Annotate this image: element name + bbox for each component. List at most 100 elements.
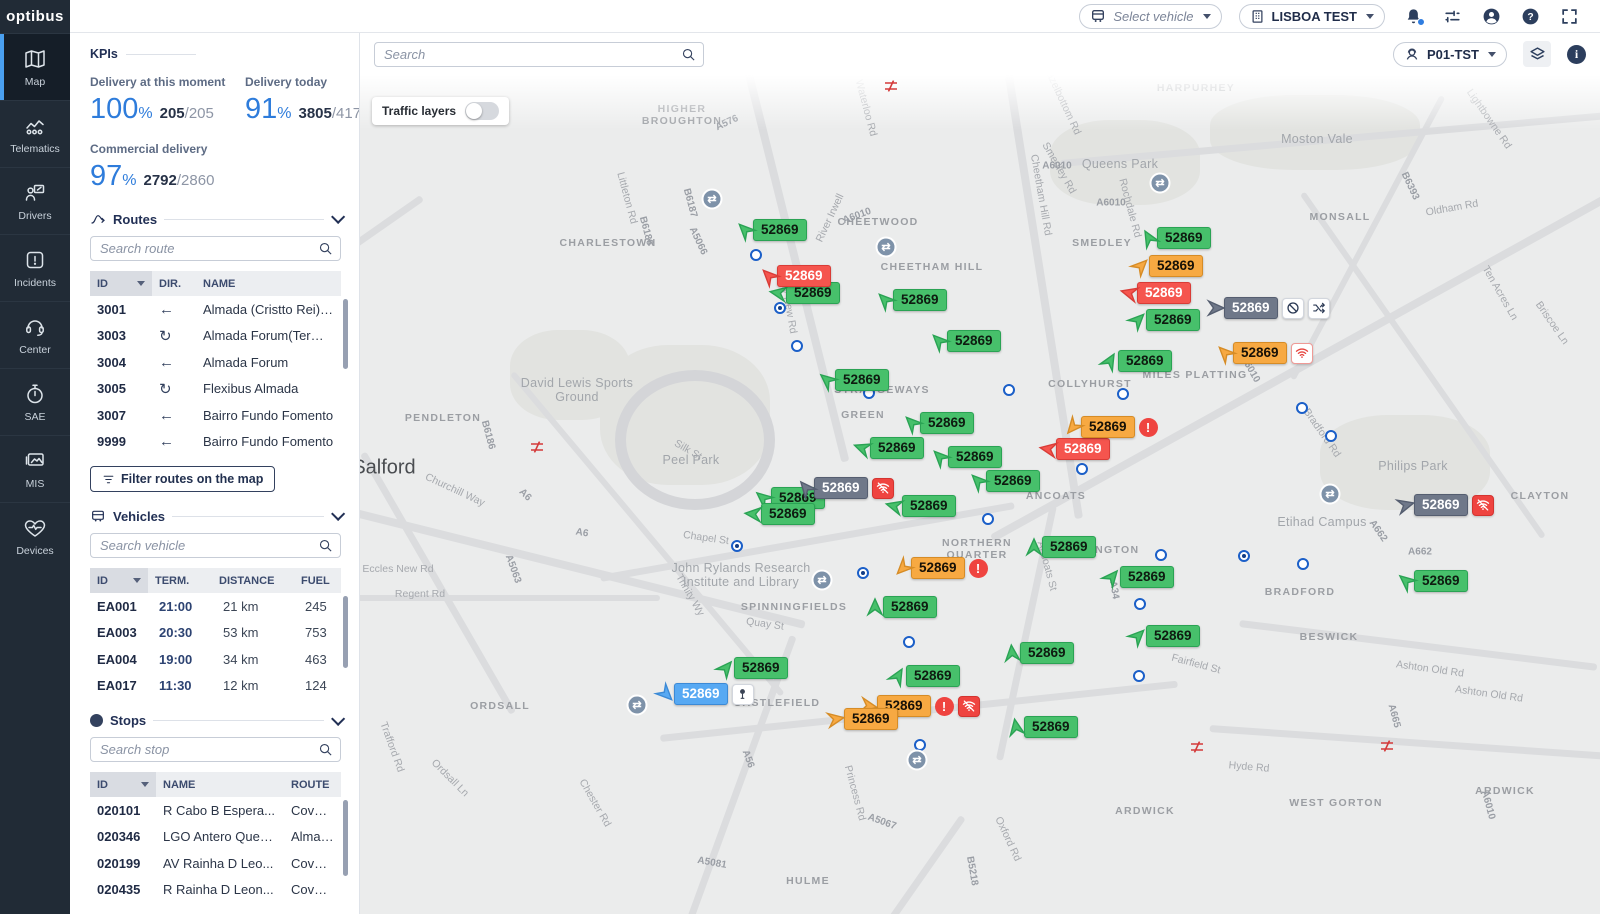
collapse-routes-chevron-icon[interactable] [331,210,345,224]
vehicles-scrollbar[interactable] [343,596,348,668]
vehicle-marker-orange[interactable]: 52869 [826,708,898,730]
collapse-vehicles-chevron-icon[interactable] [331,507,345,521]
sidebar-item-center[interactable]: Center [0,301,70,368]
route-search-input[interactable] [90,236,341,261]
stop-row[interactable]: 020346LGO Antero Quen...Almada [90,824,341,851]
vehicle-marker-green[interactable]: 52869 [852,437,924,459]
route-row[interactable]: 3007←Bairro Fundo Fomento [90,402,341,429]
map-stop-marker[interactable] [791,340,803,352]
map-stop-marker[interactable] [903,636,915,648]
vehicle-marker-green[interactable]: 52869 [743,503,815,525]
vehicle-marker-green[interactable]: 52869 [817,369,889,391]
user-icon[interactable] [1480,5,1502,27]
filter-routes-button[interactable]: Filter routes on the map [90,466,275,492]
map-stop-marker[interactable] [1117,388,1129,400]
info-icon[interactable]: i [1567,45,1586,64]
map-stop-marker[interactable] [731,540,743,552]
stop-row[interactable]: 020435R Rainha D Leon...Cova Pie... [90,877,341,904]
vehicle-id-label: 52869 [1024,716,1078,738]
vehicle-marker-green[interactable]: 52869 [929,330,1001,352]
stop-search-input[interactable] [90,737,341,762]
vehicle-marker-orange[interactable]: 52869! [1063,416,1158,438]
map-stop-marker[interactable] [1238,550,1250,562]
vehicle-marker-gray[interactable]: 52869 [796,477,894,499]
route-row[interactable]: 3005↻Flexibus Almada [90,376,341,403]
vehicle-marker-gray[interactable]: 52869 [1206,297,1330,319]
notifications-bell-icon[interactable] [1402,5,1424,27]
vehicle-marker-green[interactable]: 52869 [930,446,1002,468]
vehicle-marker-green[interactable]: 52869 [1024,536,1096,558]
map-stop-marker[interactable] [1134,598,1146,610]
vehicle-marker-red[interactable]: 52869 [1119,282,1191,304]
help-icon[interactable]: ? [1519,5,1541,27]
map-search-input[interactable] [374,42,704,67]
select-vehicle-dropdown[interactable]: Select vehicle [1079,4,1221,29]
traffic-layers-toggle[interactable] [465,102,499,120]
vehicle-marker-green[interactable]: 52869 [1002,642,1074,664]
routes-sort-id[interactable]: ID [90,271,152,296]
map-stop-marker[interactable] [1297,558,1309,570]
map-stop-marker[interactable] [1003,384,1015,396]
vehicle-marker-green[interactable]: 52869 [888,665,960,687]
vehicle-marker-green[interactable]: 52869 [1128,309,1200,331]
vehicle-marker-orange[interactable]: 52869! [893,557,988,579]
map-stop-marker[interactable] [1133,670,1145,682]
vehicle-marker-green[interactable]: 52869 [1100,350,1172,372]
stop-row[interactable]: 020199AV Rainha D Leo...Cova Pie... [90,850,341,877]
stops-sort-id[interactable]: ID [90,772,156,797]
vehicle-marker-gray[interactable]: 52869 [1396,494,1494,516]
route-row[interactable]: 3003↻Almada Forum(Terminal) [90,323,341,350]
stop-row[interactable]: 020101R Cabo B Espera...Cova Pie... [90,797,341,824]
sidebar-item-sae[interactable]: SAE [0,368,70,435]
route-row[interactable]: 9999←Bairro Fundo Fomento [90,429,341,456]
vehicle-marker-green[interactable]: 52869 [875,289,947,311]
vehicle-marker-blue[interactable]: 52869 [656,683,754,705]
vehicle-marker-orange[interactable]: 52869 [1131,255,1203,277]
sliders-icon[interactable] [1441,5,1463,27]
vehicle-row[interactable]: EA00121:0021 km245 [90,593,341,620]
vehicle-marker-green[interactable]: 52869 [1139,227,1211,249]
sidebar-item-mis[interactable]: MIS [0,435,70,502]
vehicle-marker-red[interactable]: 52869 [759,265,831,287]
map-stop-marker[interactable] [857,567,869,579]
route-row[interactable]: 3004←Almada Forum [90,349,341,376]
sidebar-item-drivers[interactable]: Drivers [0,167,70,234]
vehicle-marker-green[interactable]: 52869 [902,412,974,434]
map-canvas[interactable]: Traffic layers HIGHER BROUGHTONHARPURHEY… [360,75,1600,914]
map-stop-marker[interactable] [1296,402,1308,414]
route-row[interactable]: 3001←Almada (Cristto Rei) (Ter... [90,296,341,323]
stops-scrollbar[interactable] [343,800,348,876]
driver-select-dropdown[interactable]: P01-TST [1393,42,1507,67]
vehicle-marker-green[interactable]: 52869 [968,470,1040,492]
map-stop-marker[interactable] [750,249,762,261]
layers-button[interactable] [1523,41,1551,67]
vehicle-marker-green[interactable]: 52869 [884,495,956,517]
sidebar-item-incidents[interactable]: Incidents [0,234,70,301]
map-stop-marker[interactable] [982,513,994,525]
traffic-layers-card: Traffic layers [372,97,509,125]
vehicles-sort-id[interactable]: ID [90,568,148,593]
vehicle-row[interactable]: EA01711:3012 km124 [90,673,341,700]
vehicle-marker-green[interactable]: 52869 [716,657,788,679]
vehicle-marker-green[interactable]: 52869 [1396,570,1468,592]
routes-scrollbar[interactable] [343,299,348,369]
vehicle-marker-green[interactable]: 52869 [1128,625,1200,647]
vehicle-marker-green[interactable]: 52869 [1102,566,1174,588]
sidebar-item-devices[interactable]: Devices [0,502,70,569]
vehicle-marker-green[interactable]: 52869 [735,219,807,241]
sidebar-item-telematics[interactable]: Telematics [0,100,70,167]
fullscreen-icon[interactable] [1558,5,1580,27]
vehicle-search-input[interactable] [90,533,341,558]
vehicle-id-label: 52869 [777,265,831,287]
org-dropdown[interactable]: LISBOA TEST [1239,4,1385,29]
map-stop-marker[interactable] [1155,549,1167,561]
vehicle-row[interactable]: EA00320:3053 km753 [90,620,341,647]
vehicle-marker-green[interactable]: 52869 [1006,716,1078,738]
vehicle-marker-orange[interactable]: 52869 [1215,342,1313,364]
map-stop-marker[interactable] [1325,430,1337,442]
sidebar-item-map[interactable]: Map [0,33,70,100]
collapse-stops-chevron-icon[interactable] [331,711,345,725]
vehicle-marker-green[interactable]: 52869 [865,596,937,618]
map-stop-marker[interactable] [1076,463,1088,475]
vehicle-row[interactable]: EA00419:0034 km463 [90,646,341,673]
